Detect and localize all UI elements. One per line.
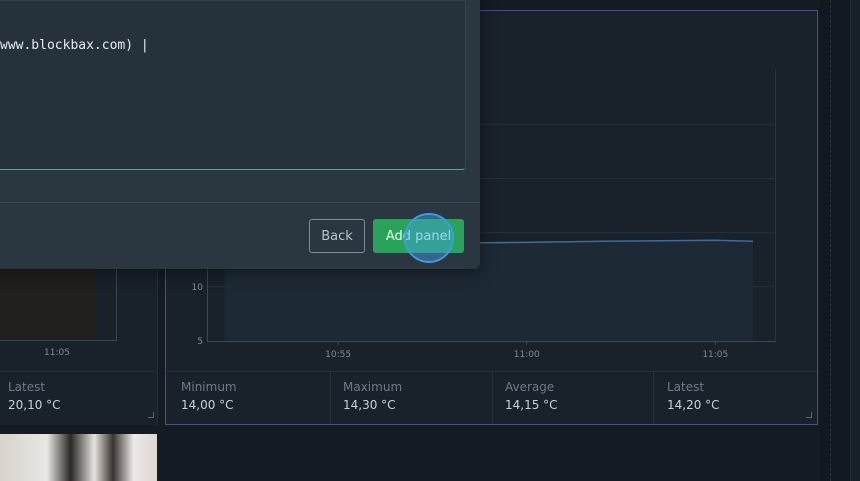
code-editor[interactable] bbox=[0, 0, 466, 170]
stat-latest-label: Latest bbox=[667, 380, 705, 394]
resize-handle-icon[interactable] bbox=[806, 412, 812, 418]
y-tick-label: 5 bbox=[197, 337, 203, 347]
x-tick-label: 10:55 bbox=[325, 350, 351, 360]
stat-average-value: 14,15 °C bbox=[505, 398, 558, 412]
cursor-click-indicator bbox=[404, 213, 454, 263]
stat-average-label: Average bbox=[505, 380, 555, 394]
stat-minimum-value: 14,00 °C bbox=[181, 398, 234, 412]
divider bbox=[330, 372, 331, 424]
stat-latest-value: 14,20 °C bbox=[667, 398, 720, 412]
code-editor-text[interactable]: www.blockbax.com) | bbox=[0, 38, 149, 53]
x-tick-label: 11:05 bbox=[702, 350, 728, 360]
stat-maximum-label: Maximum bbox=[343, 380, 403, 394]
stat-minimum-label: Minimum bbox=[181, 380, 237, 394]
back-button[interactable]: Back bbox=[309, 219, 365, 253]
divider bbox=[492, 372, 493, 424]
stat-maximum-value: 14,30 °C bbox=[343, 398, 396, 412]
y-tick-label: 10 bbox=[192, 283, 204, 293]
x-tick-label: 11:00 bbox=[514, 350, 540, 360]
divider bbox=[0, 202, 480, 203]
divider bbox=[653, 372, 654, 424]
